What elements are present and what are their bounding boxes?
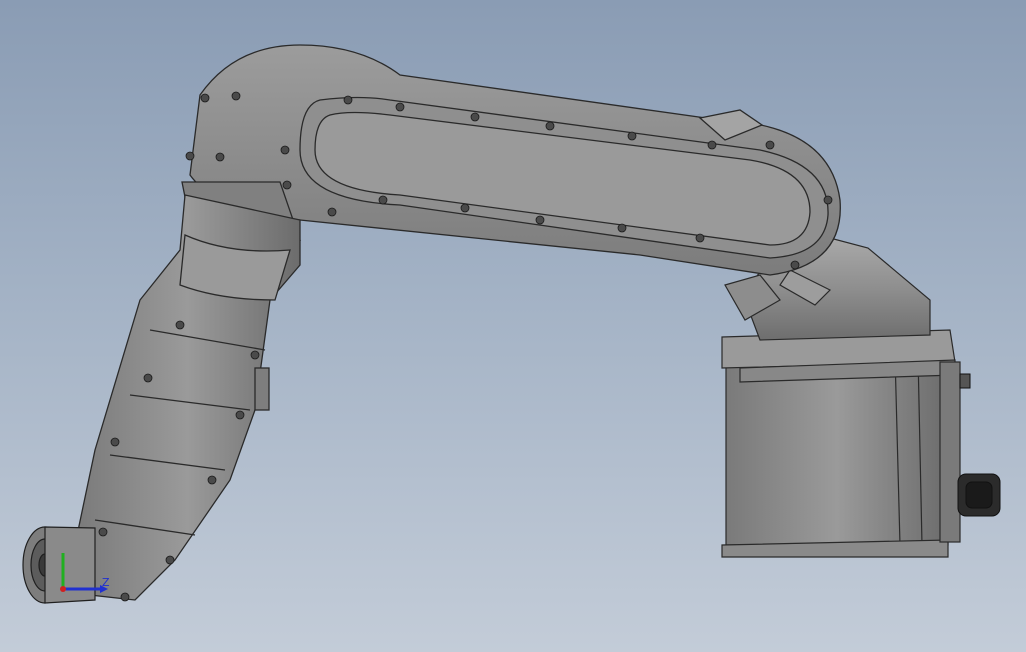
cad-viewport[interactable]: Z <box>0 0 1026 652</box>
wrist-flange <box>22 526 96 604</box>
robot-arm-model[interactable]: Z <box>0 0 1026 652</box>
forearm-link <box>74 194 301 601</box>
cable-connector <box>957 373 1001 517</box>
robot-base <box>721 329 961 558</box>
triad-origin <box>60 586 66 592</box>
triad-z-label: Z <box>102 576 110 589</box>
